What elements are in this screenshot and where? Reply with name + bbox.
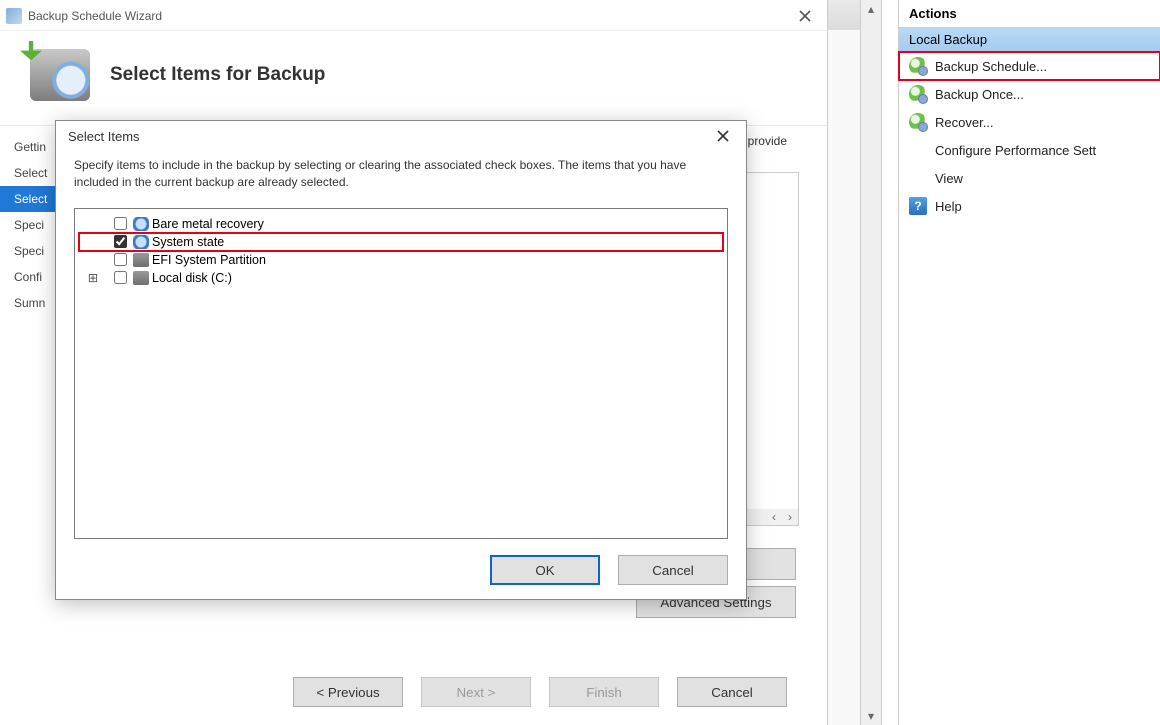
close-icon[interactable]: [708, 125, 738, 147]
wizard-titlebar: Backup Schedule Wizard: [0, 0, 827, 31]
select-items-dialog: Select Items Specify items to include in…: [55, 120, 747, 600]
scroll-track[interactable]: [861, 18, 881, 707]
action-item[interactable]: View: [899, 164, 1160, 192]
tree-checkbox[interactable]: [114, 271, 127, 284]
actions-section[interactable]: Local Backup: [899, 28, 1160, 52]
dialog-description: Specify items to include in the backup b…: [56, 153, 746, 202]
tree-label: Bare metal recovery: [152, 217, 264, 231]
actions-pane: Actions Local Backup Backup Schedule...B…: [898, 0, 1160, 725]
backup-icon: [909, 57, 927, 75]
actions-header: Actions: [899, 0, 1160, 28]
dialog-buttons: OK Cancel: [56, 547, 746, 599]
action-label: View: [935, 171, 963, 186]
finish-button: Finish: [549, 677, 659, 707]
action-label: Backup Once...: [935, 87, 1024, 102]
tree-checkbox[interactable]: [114, 217, 127, 230]
next-button: Next >: [421, 677, 531, 707]
disk-icon: [133, 271, 149, 285]
cancel-button[interactable]: Cancel: [677, 677, 787, 707]
wizard-header-icon: [30, 49, 90, 101]
action-item[interactable]: Recover...: [899, 108, 1160, 136]
tree-item[interactable]: System state: [79, 233, 723, 251]
help-icon: ?: [909, 197, 927, 215]
backup-icon: [909, 113, 927, 131]
action-label: Help: [935, 199, 962, 214]
scroll-right-icon[interactable]: ›: [782, 510, 798, 524]
action-label: Backup Schedule...: [935, 59, 1047, 74]
dialog-titlebar: Select Items: [56, 121, 746, 153]
mmc-gap-header: [828, 0, 860, 30]
system-icon: [133, 235, 149, 249]
actions-list: Backup Schedule... Backup Once... Recover.…: [899, 52, 1160, 220]
wizard-right-text: provide: [748, 134, 787, 148]
action-item[interactable]: ? Help: [899, 192, 1160, 220]
action-label: Configure Performance Sett: [935, 143, 1096, 158]
wizard-nav-buttons: < Previous Next > Finish Cancel: [293, 677, 787, 707]
action-item[interactable]: Backup Schedule...: [899, 52, 1160, 80]
wizard-header: Select Items for Backup: [0, 31, 827, 126]
action-item[interactable]: Configure Performance Sett: [899, 136, 1160, 164]
previous-button[interactable]: < Previous: [293, 677, 403, 707]
cancel-button[interactable]: Cancel: [618, 555, 728, 585]
tree-checkbox[interactable]: [114, 253, 127, 266]
mmc-gap: [828, 0, 861, 725]
scroll-left-icon[interactable]: ‹: [766, 510, 782, 524]
expand-icon[interactable]: ⊞: [87, 270, 99, 285]
action-label: Recover...: [935, 115, 994, 130]
wizard-heading: Select Items for Backup: [110, 64, 325, 86]
items-tree[interactable]: Bare metal recovery System state EFI Syste…: [74, 208, 728, 539]
tree-label: Local disk (C:): [152, 271, 232, 285]
wizard-title-icon: [6, 8, 22, 24]
pane-gap: [882, 0, 898, 725]
close-icon[interactable]: [787, 5, 823, 27]
scroll-down-icon[interactable]: ▾: [861, 707, 881, 725]
tree-item[interactable]: ⊞ Local disk (C:): [79, 269, 723, 287]
tree-label: EFI System Partition: [152, 253, 266, 267]
action-item[interactable]: Backup Once...: [899, 80, 1160, 108]
wizard-title: Backup Schedule Wizard: [28, 9, 787, 23]
system-icon: [133, 217, 149, 231]
tree-item[interactable]: Bare metal recovery: [79, 215, 723, 233]
ok-button[interactable]: OK: [490, 555, 600, 585]
dialog-title: Select Items: [68, 129, 708, 144]
vertical-scrollbar[interactable]: ▴ ▾: [861, 0, 882, 725]
right-area: ▴ ▾ Actions Local Backup Backup Schedule…: [828, 0, 1160, 725]
scroll-up-icon[interactable]: ▴: [861, 0, 881, 18]
disk-icon: [133, 253, 149, 267]
tree-item[interactable]: EFI System Partition: [79, 251, 723, 269]
backup-icon: [909, 85, 927, 103]
tree-label: System state: [152, 235, 224, 249]
tree-checkbox[interactable]: [114, 235, 127, 248]
